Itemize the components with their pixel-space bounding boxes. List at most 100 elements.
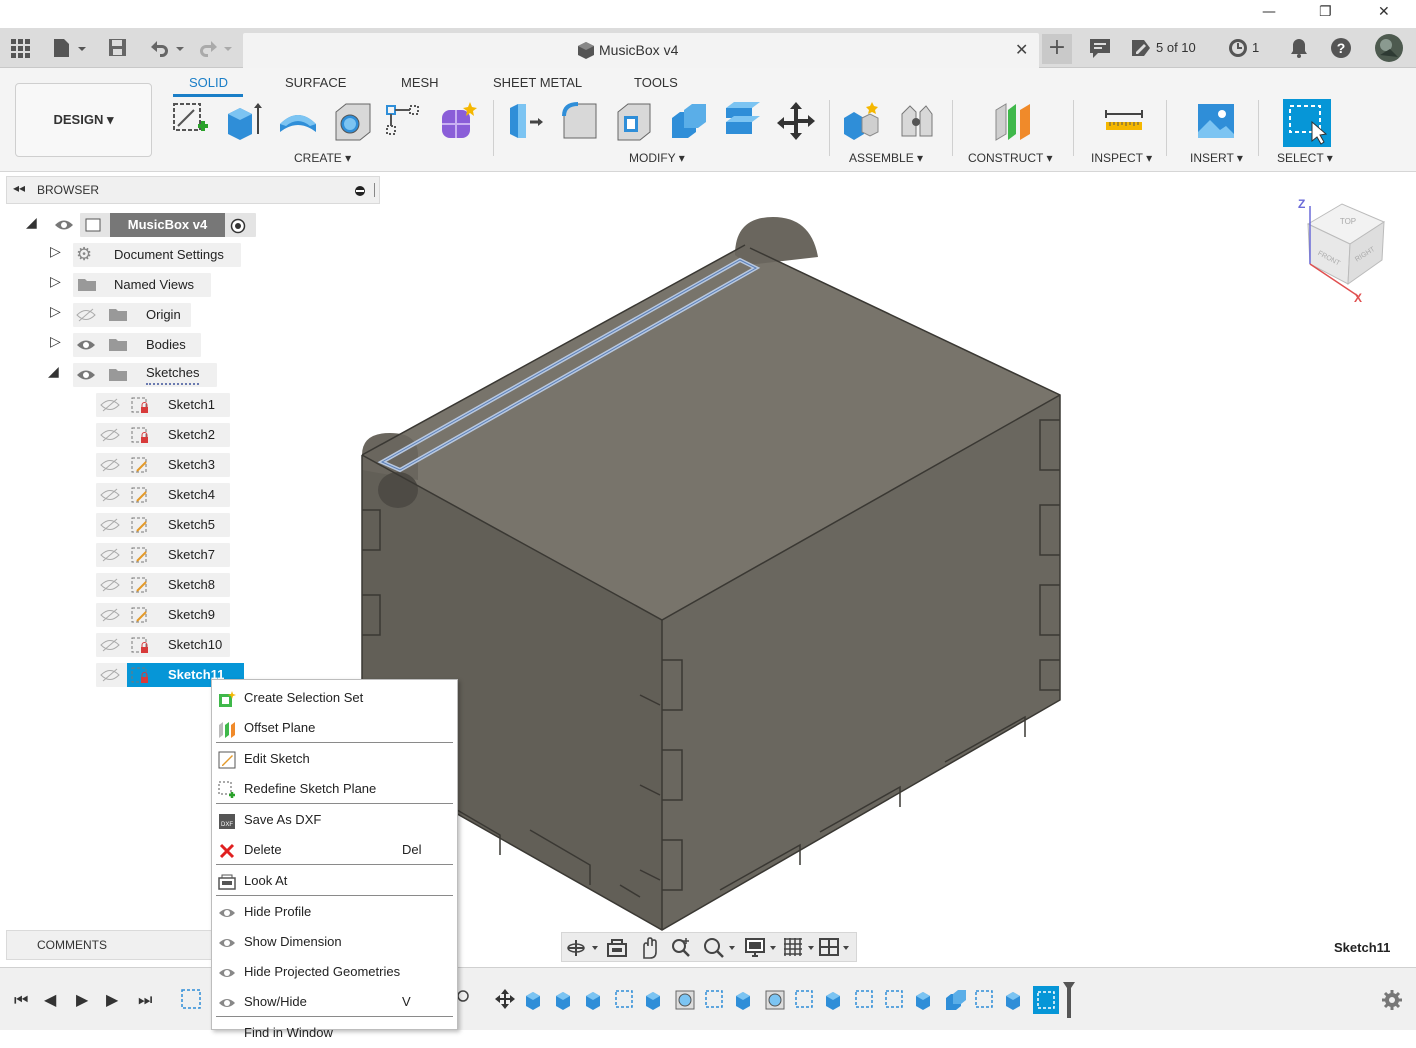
eye-hidden-icon[interactable] [100, 668, 120, 682]
browser-panel-header[interactable]: ◂◂ BROWSER [6, 176, 380, 204]
sketch-item-sketch5[interactable]: Sketch5 [96, 513, 230, 537]
select-group-label[interactable]: SELECT ▾ [1277, 151, 1333, 165]
save-as-dxf-item[interactable]: DXF Save As DXF [212, 805, 457, 835]
play-icon[interactable]: ▶ [76, 990, 88, 1009]
bell-icon[interactable] [1289, 37, 1309, 59]
timeline-feature-15[interactable] [883, 986, 909, 1014]
timeline-feature-17[interactable] [943, 986, 969, 1014]
hole-icon[interactable] [332, 100, 372, 142]
tab-sheet-metal[interactable]: SHEET METAL [493, 75, 582, 90]
new-component-icon[interactable] [842, 100, 882, 142]
eye-hidden-icon[interactable] [100, 638, 120, 652]
display-settings-icon[interactable] [744, 936, 780, 960]
eye-hidden-icon[interactable] [76, 308, 96, 322]
redefine-sketch-plane-item[interactable]: Redefine Sketch Plane [212, 774, 457, 804]
revolve-icon[interactable] [278, 100, 318, 142]
go-to-start-icon[interactable]: ⏮ [14, 990, 28, 1010]
gear-icon[interactable] [1381, 989, 1403, 1011]
redo-icon[interactable] [198, 38, 238, 58]
minimize-panel-icon[interactable] [354, 185, 366, 197]
expand-arrow-icon[interactable]: ▷ [50, 244, 61, 260]
close-window-button[interactable]: ✕ [1378, 4, 1390, 20]
sketch-item-sketch8[interactable]: Sketch8 [96, 573, 230, 597]
pattern-icon[interactable] [384, 100, 424, 142]
timeline-feature-19[interactable] [1003, 986, 1029, 1014]
model-viewport[interactable] [355, 210, 1075, 940]
activate-radio-icon[interactable] [230, 218, 246, 234]
expand-arrow-icon[interactable]: ▷ [50, 274, 61, 290]
timeline-feature-3[interactable] [523, 986, 549, 1014]
find-in-window-item[interactable]: Find in Window [212, 1018, 457, 1048]
eye-icon[interactable] [76, 368, 96, 382]
viewports-icon[interactable] [818, 936, 854, 960]
combine-icon[interactable] [668, 100, 708, 142]
timeline-feature-6[interactable] [613, 986, 639, 1014]
eye-hidden-icon[interactable] [100, 488, 120, 502]
grid-settings-icon[interactable] [782, 936, 818, 960]
offset-plane-icon[interactable] [992, 100, 1032, 142]
fillet-icon[interactable] [560, 100, 600, 142]
grid-menu-icon[interactable] [10, 38, 30, 58]
show-dimension-item[interactable]: Show Dimension [212, 927, 457, 957]
version-count[interactable]: 5 of 10 [1156, 40, 1196, 55]
eye-hidden-icon[interactable] [100, 578, 120, 592]
expand-arrow-icon[interactable]: ▷ [50, 304, 61, 320]
eye-hidden-icon[interactable] [100, 428, 120, 442]
expand-arrow-icon[interactable]: ▷ [50, 334, 61, 350]
browser-root-node[interactable]: MusicBox v4 [80, 213, 256, 237]
eye-hidden-icon[interactable] [100, 458, 120, 472]
tab-solid[interactable]: SOLID [189, 75, 228, 90]
modify-group-label[interactable]: MODIFY ▾ [629, 151, 685, 165]
extrude-icon[interactable] [224, 100, 264, 142]
timeline-marker[interactable] [1061, 980, 1077, 1020]
close-tab-button[interactable]: ✕ [1015, 40, 1028, 59]
look-at-item[interactable]: Look At [212, 866, 457, 896]
zoom-icon[interactable] [670, 936, 692, 960]
sketch-item-sketch10[interactable]: Sketch10 [96, 633, 230, 657]
comment-icon[interactable] [1089, 38, 1111, 58]
sketch-item-sketch3[interactable]: Sketch3 [96, 453, 230, 477]
timeline-feature-10[interactable] [733, 986, 759, 1014]
step-back-icon[interactable]: ◀ [44, 990, 56, 1009]
sketch-item-sketch1[interactable]: Sketch1 [96, 393, 230, 417]
create-sketch-icon[interactable] [170, 100, 210, 142]
edit-sketch-item[interactable]: Edit Sketch [212, 744, 457, 774]
tab-mesh[interactable]: MESH [401, 75, 439, 90]
eye-icon[interactable] [54, 218, 74, 232]
inspect-group-label[interactable]: INSPECT ▾ [1091, 151, 1152, 165]
sketch-item-sketch4[interactable]: Sketch4 [96, 483, 230, 507]
eye-hidden-icon[interactable] [100, 398, 120, 412]
named-views-node[interactable]: Named Views [73, 273, 211, 297]
joint-icon[interactable] [896, 100, 936, 142]
restore-button[interactable]: ❐ [1319, 4, 1332, 20]
eye-hidden-icon[interactable] [100, 548, 120, 562]
timeline-feature-1[interactable] [455, 986, 481, 1014]
origin-node[interactable]: Origin [73, 303, 191, 327]
collapse-arrow-icon[interactable]: ◢ [48, 364, 59, 380]
undo-icon[interactable] [148, 38, 188, 58]
file-menu-icon[interactable] [52, 37, 88, 59]
construct-group-label[interactable]: CONSTRUCT ▾ [968, 151, 1052, 165]
document-tab[interactable]: MusicBox v4 ✕ [243, 33, 1039, 69]
go-to-end-icon[interactable]: ⏭ [138, 990, 152, 1010]
assemble-group-label[interactable]: ASSEMBLE ▾ [849, 151, 923, 165]
workspace-switcher[interactable]: DESIGN ▾ [15, 83, 152, 157]
timeline-feature-11[interactable] [763, 986, 789, 1014]
look-at-icon[interactable] [606, 938, 628, 958]
hide-profile-item[interactable]: Hide Profile [212, 897, 457, 927]
comments-panel[interactable]: COMMENTS [6, 930, 212, 960]
bodies-node[interactable]: Bodies [73, 333, 201, 357]
select-icon[interactable] [1282, 98, 1332, 148]
fit-icon[interactable] [702, 936, 738, 960]
shell-icon[interactable] [614, 100, 654, 142]
step-forward-icon[interactable]: ▶ [106, 990, 118, 1009]
help-icon[interactable]: ? [1330, 37, 1352, 59]
offset-plane-item[interactable]: Offset Plane [212, 713, 457, 743]
create-form-icon[interactable] [438, 100, 478, 142]
show-hide-item[interactable]: Show/Hide V [212, 987, 457, 1017]
timeline-feature-8[interactable] [673, 986, 699, 1014]
collapse-browser-icon[interactable]: ◂◂ [13, 181, 25, 195]
create-group-label[interactable]: CREATE ▾ [294, 151, 351, 165]
timeline-feature-14[interactable] [853, 986, 879, 1014]
timeline-feature-16[interactable] [913, 986, 939, 1014]
